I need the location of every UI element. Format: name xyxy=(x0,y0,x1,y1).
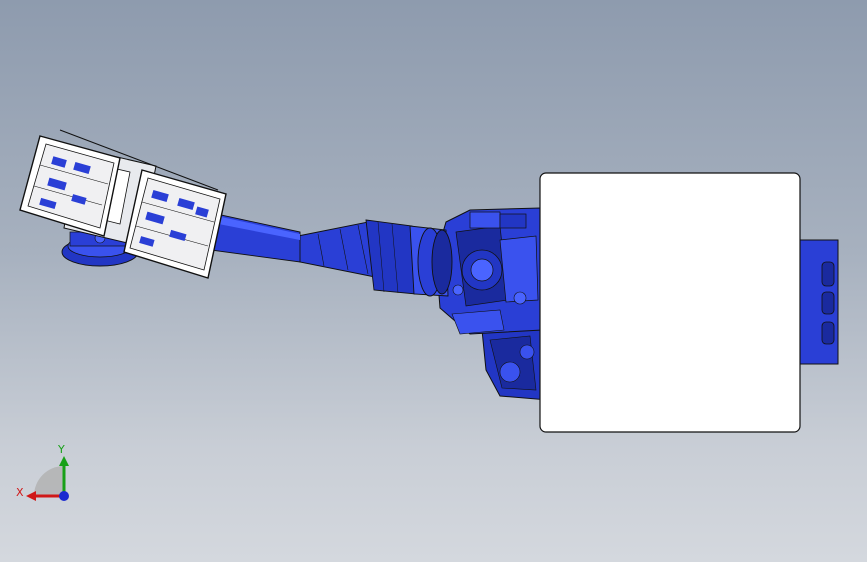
y-axis-label: Y xyxy=(58,443,65,456)
axis-triad-icon xyxy=(26,456,69,501)
upper-arm-link xyxy=(297,219,453,297)
x-axis-label: X xyxy=(16,486,24,499)
base-rear-block xyxy=(795,239,839,365)
base-cover-panel xyxy=(539,172,801,433)
robot-arm-model[interactable] xyxy=(0,0,867,562)
coordinate-triad: X Y xyxy=(14,440,84,510)
graphics-viewport[interactable]: X Y xyxy=(0,0,867,562)
